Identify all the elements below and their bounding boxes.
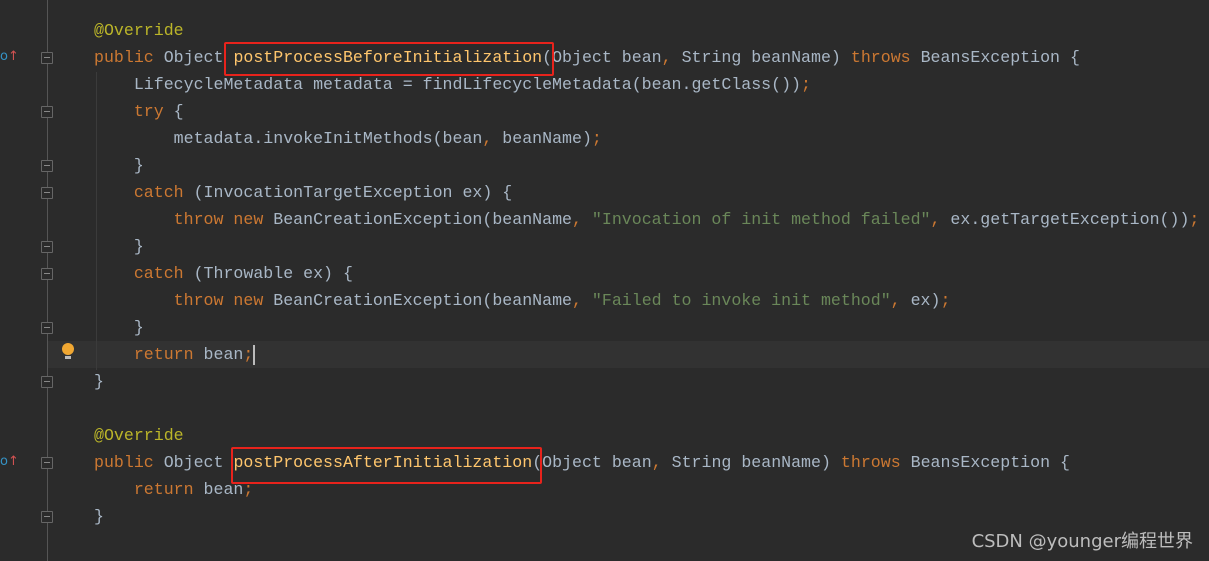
code-token: throw new: [94, 291, 274, 310]
code-token: throws: [850, 48, 921, 67]
code-token: ;: [591, 129, 602, 148]
code-token: ,: [930, 210, 951, 229]
code-token: Object: [163, 48, 234, 67]
code-line[interactable]: return bean;: [94, 476, 254, 503]
code-token: public: [94, 48, 164, 67]
code-line[interactable]: catch (Throwable ex) {: [94, 260, 353, 287]
code-token: String beanName): [681, 48, 851, 67]
code-token: ,: [651, 453, 672, 472]
fold-marker-icon[interactable]: [41, 187, 53, 199]
fold-marker-icon[interactable]: [41, 376, 53, 388]
code-token: BeansException {: [920, 48, 1080, 67]
code-line[interactable]: }: [94, 152, 144, 179]
code-token: }: [94, 318, 144, 337]
fold-marker-icon[interactable]: [41, 52, 53, 64]
code-token: }: [94, 156, 144, 175]
watermark: CSDN @younger编程世界: [971, 531, 1193, 552]
code-token: return: [94, 345, 204, 364]
code-token: @Override: [94, 21, 184, 40]
code-token: catch: [94, 183, 194, 202]
code-line[interactable]: }: [94, 314, 144, 341]
code-token: beanName): [502, 129, 592, 148]
code-token: (Object bean: [542, 48, 662, 67]
code-token: ,: [572, 210, 592, 229]
override-icon[interactable]: o↑: [0, 49, 19, 64]
highlight-box-after-init: [231, 447, 542, 484]
fold-marker-icon[interactable]: [41, 457, 53, 469]
code-line[interactable]: }: [94, 503, 104, 530]
intention-bulb-icon[interactable]: [62, 343, 74, 359]
code-token: BeanCreationException(beanName: [273, 291, 572, 310]
code-line[interactable]: return bean;: [94, 341, 254, 368]
code-token: ex): [910, 291, 941, 310]
code-line[interactable]: try {: [94, 98, 184, 125]
code-token: public: [94, 453, 164, 472]
code-token: (Throwable ex) {: [193, 264, 353, 283]
code-token: LifecycleMetadata metadata = findLifecyc…: [94, 75, 802, 94]
code-token: ,: [482, 129, 503, 148]
code-line[interactable]: catch (InvocationTargetException ex) {: [94, 179, 512, 206]
code-line[interactable]: throw new BeanCreationException(beanName…: [94, 287, 951, 314]
highlight-box-before-init: [224, 42, 554, 76]
code-token: (Object bean: [532, 453, 652, 472]
fold-marker-icon[interactable]: [41, 511, 53, 523]
code-token: try: [94, 102, 174, 121]
code-token: ,: [661, 48, 682, 67]
code-token: throws: [840, 453, 911, 472]
code-token: ;: [1189, 210, 1200, 229]
code-line[interactable]: metadata.invokeInitMethods(bean, beanNam…: [94, 125, 602, 152]
code-token: BeansException {: [910, 453, 1070, 472]
code-token: "Failed to invoke init method": [591, 291, 891, 310]
code-line[interactable]: throw new BeanCreationException(beanName…: [94, 206, 1200, 233]
code-token: bean: [203, 345, 244, 364]
text-caret: [253, 345, 255, 365]
fold-marker-icon[interactable]: [41, 160, 53, 172]
code-line[interactable]: @Override: [94, 17, 184, 44]
code-token: }: [94, 372, 104, 391]
code-token: ;: [940, 291, 951, 310]
code-token: (InvocationTargetException ex) {: [193, 183, 513, 202]
code-token: throw new: [94, 210, 274, 229]
code-token: catch: [94, 264, 194, 283]
code-token: {: [173, 102, 184, 121]
code-line[interactable]: @Override: [94, 422, 184, 449]
code-token: BeanCreationException(beanName: [273, 210, 572, 229]
code-line[interactable]: }: [94, 233, 144, 260]
code-line[interactable]: }: [94, 368, 104, 395]
code-token: ;: [801, 75, 811, 94]
code-token: metadata.invokeInitMethods(bean: [94, 129, 483, 148]
code-token: }: [94, 507, 104, 526]
fold-marker-icon[interactable]: [41, 322, 53, 334]
code-token: @Override: [94, 426, 184, 445]
fold-marker-icon[interactable]: [41, 241, 53, 253]
code-token: String beanName): [671, 453, 841, 472]
code-token: ;: [243, 345, 254, 364]
code-token: }: [94, 237, 144, 256]
code-token: return: [94, 480, 204, 499]
code-token: ex.getTargetException()): [950, 210, 1190, 229]
editor-gutter: [0, 0, 48, 561]
code-token: "Invocation of init method failed": [591, 210, 931, 229]
code-token: Object: [163, 453, 234, 472]
code-token: ,: [890, 291, 911, 310]
code-token: ,: [572, 291, 592, 310]
override-icon[interactable]: o↑: [0, 454, 19, 469]
fold-marker-icon[interactable]: [41, 106, 53, 118]
fold-marker-icon[interactable]: [41, 268, 53, 280]
